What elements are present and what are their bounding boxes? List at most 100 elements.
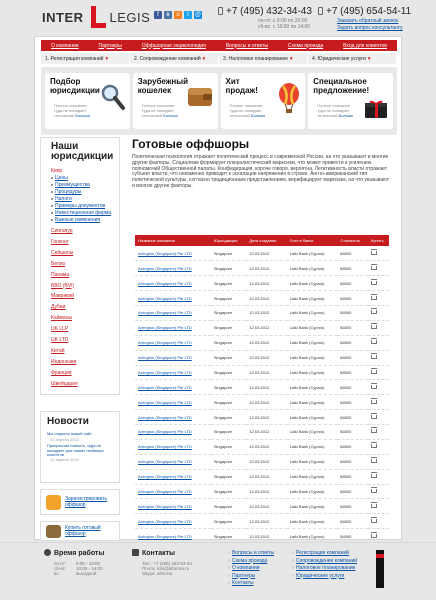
sidebar-item-jurisdiction[interactable]: Гонконг xyxy=(51,239,69,245)
cart-icon[interactable] xyxy=(371,516,378,523)
sidebar-item-jurisdiction[interactable]: Дубаи xyxy=(51,304,65,310)
company-name-link[interactable]: Arrington (Singapore) Pte LTD xyxy=(135,305,211,321)
buy-offshore-button[interactable]: Купить готовый оффшор xyxy=(40,521,120,541)
service-tab-registration[interactable]: 1. Регистрация компаний ▾ xyxy=(41,53,130,64)
sidebar-item-jurisdiction[interactable]: Маврикий xyxy=(51,293,74,299)
news-item[interactable]: Мы открыли новый сайт xyxy=(47,431,119,437)
footer-link[interactable]: Схема проезда xyxy=(228,558,267,564)
promo-more-link[interactable]: Больше xyxy=(339,113,354,118)
promo-bestseller[interactable]: Хит продаж! Полное описание, туда не поп… xyxy=(220,73,306,129)
sidebar-item-cyprus-sub[interactable]: Налоги xyxy=(51,196,72,202)
cart-icon[interactable] xyxy=(371,397,378,404)
sidebar-item-cyprus-sub[interactable]: Процедуры xyxy=(50,189,81,195)
table-column-header[interactable]: Название компании xyxy=(135,235,211,246)
phone-secondary[interactable]: +7 (495) 654-54-11 xyxy=(318,6,411,17)
odnoklassniki-icon[interactable]: о xyxy=(174,11,182,19)
table-column-header[interactable]: Юрисдикция xyxy=(210,235,247,246)
nav-item-partners[interactable]: Партнеры xyxy=(99,43,122,49)
footer-link[interactable]: Налоговое планирование xyxy=(292,565,355,571)
service-tab-legal[interactable]: 4. Юридические услуги ▾ xyxy=(308,53,397,64)
sidebar-item-cyprus-sub[interactable]: Инвестиционная фирма xyxy=(50,210,111,216)
sidebar-item-jurisdiction[interactable]: БВО (BVI) xyxy=(51,283,74,289)
sidebar-item-cyprus-sub[interactable]: Примеры документов xyxy=(50,203,105,209)
company-name-link[interactable]: Arrington (Singapore) Pte LTD xyxy=(135,290,211,306)
company-name-link[interactable]: Arrington (Singapore) Pte LTD xyxy=(135,513,211,530)
cart-icon[interactable] xyxy=(371,427,378,434)
consultant-link[interactable]: Задать вопрос консультанту xyxy=(337,25,403,31)
company-name-link[interactable]: Arrington (Singapore) Pte LTD xyxy=(135,409,211,425)
company-name-link[interactable]: Arrington (Singapore) Pte LTD xyxy=(135,394,211,411)
company-name-link[interactable]: Arrington (Singapore) Pte LTD xyxy=(135,424,211,440)
mail-icon[interactable]: @ xyxy=(194,11,202,19)
sidebar-item-jurisdiction[interactable]: Белиз xyxy=(51,261,65,267)
jurisdiction-group-cyprus[interactable]: Кипр xyxy=(51,168,62,174)
cart-icon[interactable] xyxy=(371,442,378,449)
nav-item-encyclopedia[interactable]: Оффшорная энциклопедия xyxy=(142,43,206,49)
sidebar-item-jurisdiction[interactable]: Китай xyxy=(51,348,65,354)
promo-jurisdiction-selection[interactable]: Подбор юрисдикции Полное описание, туда … xyxy=(45,73,130,129)
news-item[interactable]: Прекрасная новость, туда не попадает для… xyxy=(47,443,119,458)
footer-link[interactable]: Регистрация компаний xyxy=(292,550,349,556)
cart-icon[interactable] xyxy=(371,412,378,419)
cart-icon[interactable] xyxy=(371,501,378,508)
cart-icon[interactable] xyxy=(371,278,378,285)
table-column-header[interactable]: Счет в банке xyxy=(286,235,338,246)
callback-link[interactable]: Заказать обратный звонок xyxy=(337,18,398,24)
promo-special-offer[interactable]: Специальное предложение! Полное описание… xyxy=(308,73,393,129)
footer-link[interactable]: Партнеры xyxy=(228,573,255,579)
sidebar-item-jurisdiction[interactable]: Сингапур xyxy=(51,228,73,234)
company-name-link[interactable]: Arrington (Singapore) Pte LTD xyxy=(135,260,211,277)
cart-icon[interactable] xyxy=(371,457,378,464)
table-column-header[interactable]: Дата создания xyxy=(246,235,287,246)
company-name-link[interactable]: Arrington (Singapore) Pte LTD xyxy=(135,469,211,485)
footer-link[interactable]: Вопросы и ответы xyxy=(228,550,274,556)
company-name-link[interactable]: Arrington (Singapore) Pte LTD xyxy=(135,335,211,351)
promo-more-link[interactable]: Больше xyxy=(163,113,178,118)
promo-more-link[interactable]: Больше xyxy=(75,113,90,118)
nav-item-client-login[interactable]: Вход для клиентов xyxy=(343,43,387,49)
sidebar-item-jurisdiction[interactable]: Франция xyxy=(51,370,72,376)
company-name-link[interactable]: Arrington (Singapore) Pte LTD xyxy=(135,454,211,470)
phone-primary[interactable]: +7 (495) 432-34-43 xyxy=(218,6,312,17)
facebook-icon[interactable]: f xyxy=(154,11,162,19)
cart-icon[interactable] xyxy=(371,308,378,315)
register-offshore-button[interactable]: Зарегистрировать оффшор xyxy=(40,489,120,515)
nav-item-directions[interactable]: Схема проезда xyxy=(288,43,323,49)
site-logo[interactable]: INTER LEGIS xyxy=(42,6,150,28)
sidebar-item-jurisdiction[interactable]: Панама xyxy=(51,272,69,278)
nav-item-about[interactable]: О компании xyxy=(51,43,79,49)
sidebar-item-jurisdiction[interactable]: Сейшелы xyxy=(51,250,73,256)
service-tab-tax-planning[interactable]: 3. Налоговое планирование ▾ xyxy=(219,53,308,64)
twitter-icon[interactable]: t xyxy=(184,11,192,19)
sidebar-item-jurisdiction[interactable]: Швейцария xyxy=(51,381,78,387)
footer-link[interactable]: Юридические услуги xyxy=(292,573,344,579)
footer-link[interactable]: Контакты xyxy=(228,580,254,586)
cart-icon[interactable] xyxy=(371,263,378,270)
promo-foreign-wallet[interactable]: Зарубежный кошелек Полное описание, туда… xyxy=(132,73,218,129)
cart-icon[interactable] xyxy=(371,248,378,255)
cart-icon[interactable] xyxy=(371,382,378,389)
sidebar-item-cyprus-sub[interactable]: Важные изменения xyxy=(50,217,100,223)
cart-icon[interactable] xyxy=(371,472,378,479)
cart-icon[interactable] xyxy=(371,367,378,374)
company-name-link[interactable]: Arrington (Singapore) Pte LTD xyxy=(135,320,211,336)
sidebar-item-jurisdiction[interactable]: UK LLP xyxy=(51,326,68,332)
sidebar-item-jurisdiction[interactable]: Кайманы xyxy=(51,315,72,321)
cart-icon[interactable] xyxy=(371,353,378,360)
company-name-link[interactable]: Arrington (Singapore) Pte LTD xyxy=(135,246,211,262)
table-column-header[interactable]: Стоимость xyxy=(337,235,369,246)
company-name-link[interactable]: Arrington (Singapore) Pte LTD xyxy=(135,379,211,396)
table-column-header[interactable]: Купить xyxy=(368,235,389,246)
nav-item-faq[interactable]: Вопросы и ответы xyxy=(226,43,268,49)
sidebar-item-jurisdiction[interactable]: Индонезия xyxy=(51,359,76,365)
cart-icon[interactable] xyxy=(371,293,378,300)
company-name-link[interactable]: Arrington (Singapore) Pte LTD xyxy=(135,365,211,381)
promo-more-link[interactable]: Больше xyxy=(251,113,266,118)
cart-icon[interactable] xyxy=(371,338,378,345)
sidebar-item-cyprus-sub[interactable]: Цены xyxy=(51,175,68,181)
cart-icon[interactable] xyxy=(371,486,378,493)
footer-link[interactable]: О компании xyxy=(228,565,260,571)
vk-icon[interactable]: в xyxy=(164,11,172,19)
sidebar-item-cyprus-sub[interactable]: Преимущества xyxy=(51,182,90,188)
cart-icon[interactable] xyxy=(371,531,378,538)
